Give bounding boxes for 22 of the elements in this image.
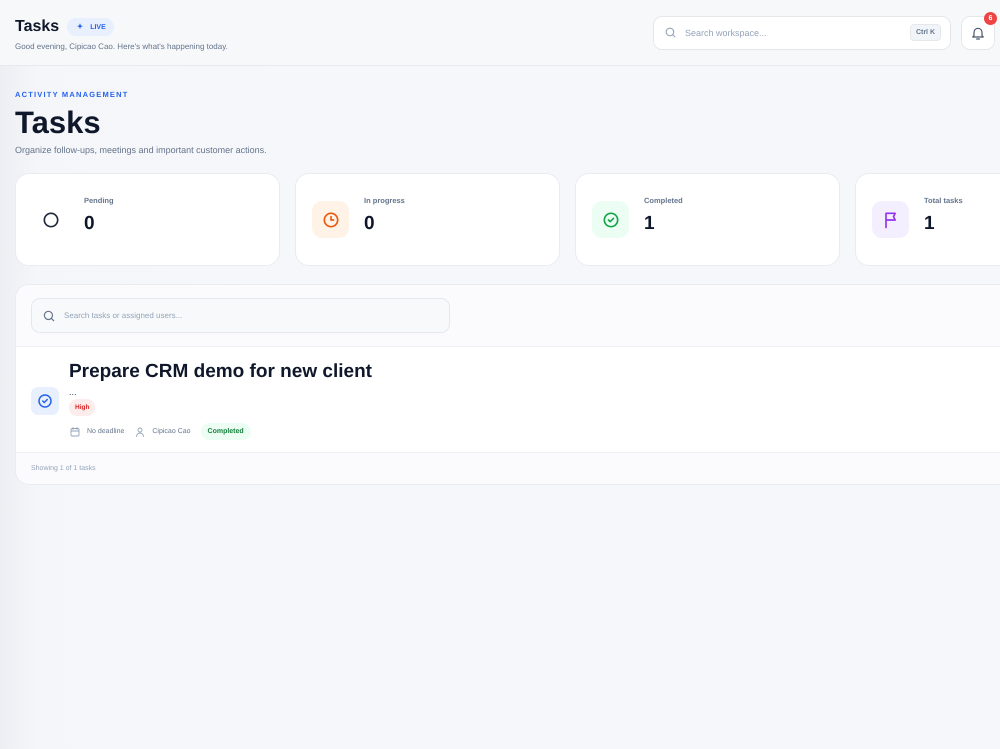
check-circle-icon bbox=[600, 210, 620, 230]
search-placeholder: Search tasks or assigned users... bbox=[64, 311, 184, 320]
clock-icon bbox=[320, 210, 340, 230]
search-placeholder: Search workspace... bbox=[685, 28, 768, 38]
stat-value: 0 bbox=[84, 213, 96, 235]
task-search-field[interactable]: Search tasks or assigned users... bbox=[31, 298, 450, 333]
page-subtitle: Organize follow-ups, meetings and important customer actions. bbox=[15, 145, 268, 155]
task-description: ... bbox=[69, 387, 77, 397]
user-icon bbox=[134, 426, 146, 438]
circle-icon bbox=[40, 210, 60, 230]
stat-value: 1 bbox=[644, 213, 656, 235]
greeting-text: Good evening, Cipicao Cao. Here's what's happening today. bbox=[15, 42, 229, 51]
stat-value: 1 bbox=[924, 213, 936, 235]
calendar-icon bbox=[69, 426, 81, 438]
task-status-toggle[interactable] bbox=[31, 386, 59, 414]
search-icon bbox=[664, 26, 677, 39]
task-title: Prepare CRM demo for new client bbox=[69, 361, 372, 383]
app-title: Tasks bbox=[15, 18, 60, 36]
page-title: Tasks bbox=[15, 105, 102, 141]
check-circle-icon bbox=[36, 392, 54, 410]
search-icon bbox=[42, 308, 56, 322]
stat-value: 0 bbox=[364, 213, 376, 235]
